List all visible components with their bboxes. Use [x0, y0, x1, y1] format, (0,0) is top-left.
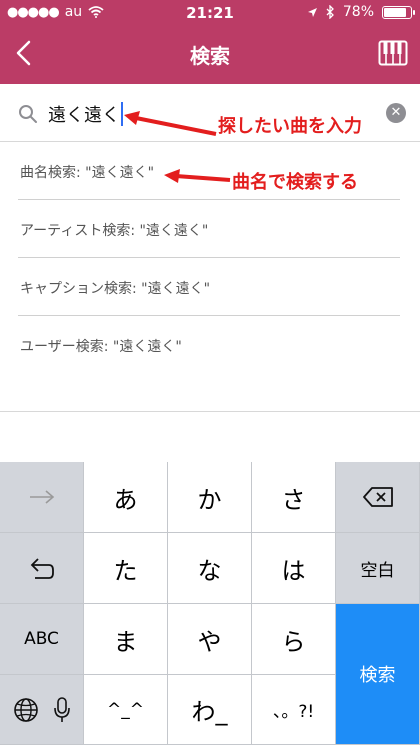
globe-icon: [13, 697, 38, 722]
arrow-right-icon: [29, 490, 54, 504]
location-icon: [307, 7, 317, 17]
piano-icon[interactable]: [378, 40, 408, 66]
battery-fill: [384, 7, 406, 17]
key-ma[interactable]: ま: [84, 604, 168, 675]
key-search[interactable]: 検索: [336, 604, 420, 745]
backspace-icon: [362, 487, 393, 507]
key-ya[interactable]: や: [168, 604, 252, 675]
battery-icon: [382, 5, 415, 19]
undo-icon: [30, 558, 54, 579]
annotation-input-hint: 探したい曲を入力: [218, 116, 362, 137]
page-title: 検索: [190, 44, 230, 68]
nav-bar: 検索: [0, 26, 420, 84]
search-input[interactable]: 遠く遠く: [48, 101, 123, 127]
bluetooth-icon: [326, 5, 334, 19]
key-backspace[interactable]: [336, 462, 420, 533]
kana-keyboard: あ か さ た な は 空白 ABC ま や ら 検索 ^_^ わ_ 、。?!: [0, 462, 420, 745]
key-globe-mic[interactable]: [0, 675, 84, 745]
key-na[interactable]: な: [168, 533, 252, 604]
key-ta[interactable]: た: [84, 533, 168, 604]
clear-icon[interactable]: ✕: [386, 103, 406, 123]
key-wa[interactable]: わ_: [168, 675, 252, 745]
result-user[interactable]: ユーザー検索: "遠く遠く": [18, 316, 400, 374]
list-divider: [0, 411, 420, 412]
result-artist[interactable]: アーティスト検索: "遠く遠く": [18, 200, 400, 258]
key-a[interactable]: あ: [84, 462, 168, 533]
key-abc[interactable]: ABC: [0, 604, 84, 675]
key-ra[interactable]: ら: [252, 604, 336, 675]
annotation-arrow-input: [124, 111, 217, 136]
key-ka[interactable]: か: [168, 462, 252, 533]
key-undo[interactable]: [0, 533, 84, 604]
battery-percent: 78%: [342, 4, 374, 20]
key-space[interactable]: 空白: [336, 533, 420, 604]
result-song-title[interactable]: 曲名検索: "遠く遠く": [18, 142, 400, 200]
status-right: 78%: [307, 4, 415, 20]
key-punctuation[interactable]: 、。?!: [252, 675, 336, 745]
microphone-icon: [53, 696, 70, 722]
top-bar: ●●●●● au 21:21 78% 検索: [0, 0, 420, 84]
key-sa[interactable]: さ: [252, 462, 336, 533]
search-query-text: 遠く遠く: [48, 105, 120, 126]
result-list: 曲名検索: "遠く遠く" アーティスト検索: "遠く遠く" キャプション検索: …: [0, 142, 420, 374]
key-emoticon[interactable]: ^_^: [84, 675, 168, 745]
result-caption[interactable]: キャプション検索: "遠く遠く": [18, 258, 400, 316]
key-arrow-right[interactable]: [0, 462, 84, 533]
status-bar: ●●●●● au 21:21 78%: [0, 0, 420, 26]
key-ha[interactable]: は: [252, 533, 336, 604]
search-icon: [19, 105, 37, 123]
